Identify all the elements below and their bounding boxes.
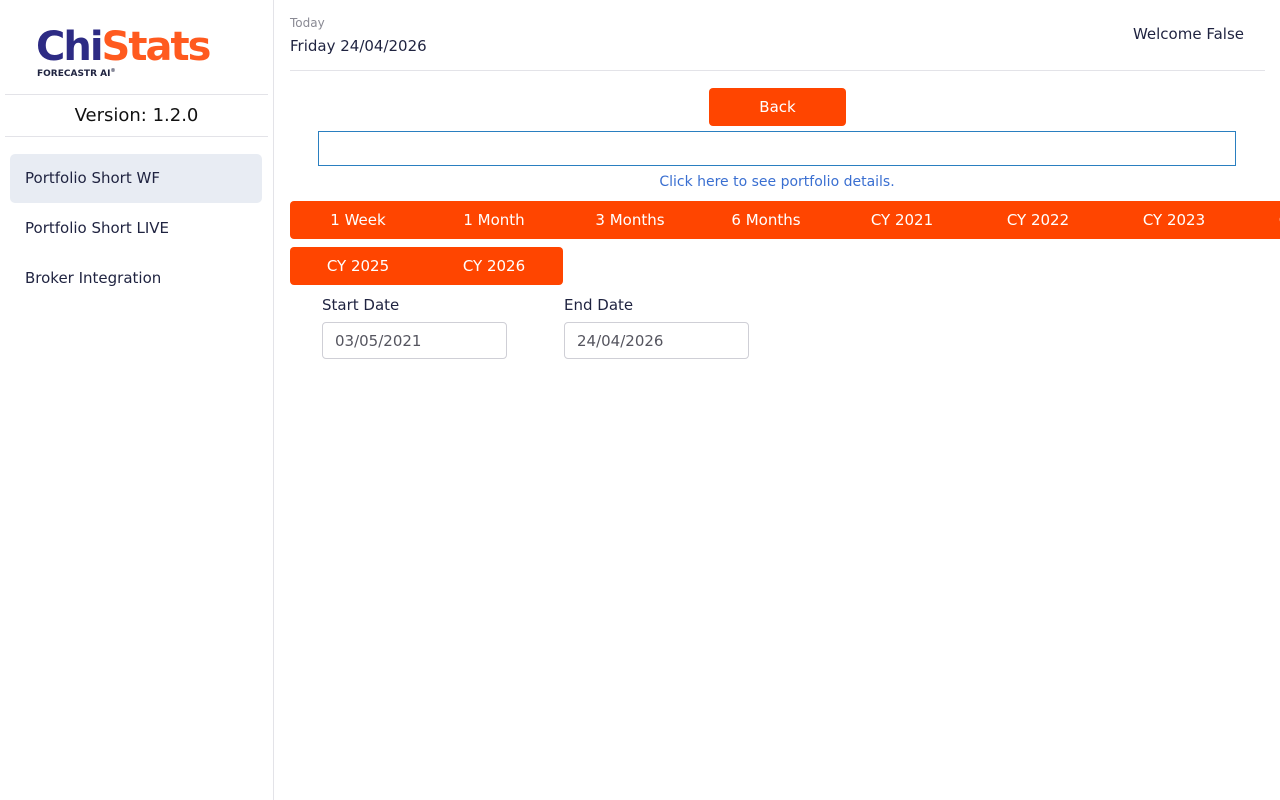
portfolio-details-link[interactable]: Click here to see portfolio details. bbox=[318, 174, 1236, 190]
sidebar-divider-bottom bbox=[5, 136, 268, 137]
range-cy-2025-button[interactable]: CY 2025 bbox=[290, 247, 426, 285]
end-date-input[interactable] bbox=[564, 322, 749, 359]
range-cy-2021-button[interactable]: CY 2021 bbox=[834, 201, 970, 239]
date-range-buttons-row-2: CY 2025 CY 2026 bbox=[290, 247, 563, 285]
start-date-input[interactable] bbox=[322, 322, 507, 359]
range-6-months-button[interactable]: 6 Months bbox=[698, 201, 834, 239]
version-label: Version: 1.2.0 bbox=[74, 105, 199, 126]
sidebar-divider-top bbox=[5, 94, 268, 95]
welcome-user: Welcome False bbox=[1132, 25, 1244, 43]
range-1-week-button[interactable]: 1 Week bbox=[290, 201, 426, 239]
start-date-group: Start Date bbox=[322, 295, 507, 359]
portfolio-input[interactable] bbox=[318, 131, 1236, 166]
start-date-label: Start Date bbox=[322, 296, 400, 314]
today-label: Today bbox=[290, 16, 325, 30]
chistats-logo[interactable]: ChiStats FORECASTR AI® bbox=[36, 24, 236, 84]
date-range-buttons-row-1: 1 Week 1 Month 3 Months 6 Months CY 2021… bbox=[290, 201, 1280, 239]
registered-mark: ® bbox=[110, 68, 116, 74]
range-1-month-button[interactable]: 1 Month bbox=[426, 201, 562, 239]
logo-wordmark: ChiStats bbox=[36, 24, 236, 70]
range-cy-2022-button[interactable]: CY 2022 bbox=[970, 201, 1106, 239]
logo-subtitle-text: FORECASTR AI bbox=[37, 69, 111, 79]
end-date-label: End Date bbox=[564, 296, 634, 314]
sidebar-nav: Portfolio Short WF Portfolio Short LIVE … bbox=[10, 154, 262, 304]
logo-chi: Chi bbox=[36, 24, 104, 70]
logo-stats: Stats bbox=[101, 24, 212, 70]
sidebar-item-portfolio-short-live[interactable]: Portfolio Short LIVE bbox=[10, 204, 262, 253]
today-date: Friday 24/04/2026 bbox=[290, 37, 427, 55]
end-date-group: End Date bbox=[564, 295, 749, 359]
back-button[interactable]: Back bbox=[709, 88, 846, 126]
range-3-months-button[interactable]: 3 Months bbox=[562, 201, 698, 239]
sidebar-item-portfolio-short-wf[interactable]: Portfolio Short WF bbox=[10, 154, 262, 203]
range-cy-2023-button[interactable]: CY 2023 bbox=[1106, 201, 1242, 239]
range-cy-2024-button[interactable]: CY 2024 bbox=[1242, 201, 1280, 239]
sidebar-item-broker-integration[interactable]: Broker Integration bbox=[10, 254, 262, 303]
sidebar: ChiStats FORECASTR AI® Version: 1.2.0 Po… bbox=[0, 0, 274, 800]
range-cy-2026-button[interactable]: CY 2026 bbox=[426, 247, 562, 285]
logo-subtitle: FORECASTR AI® bbox=[37, 68, 115, 79]
page-header: Today Friday 24/04/2026 Welcome False bbox=[290, 0, 1265, 71]
